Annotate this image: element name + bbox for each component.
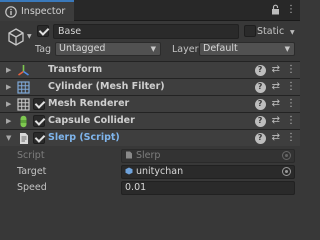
target-field[interactable]: unitychan	[121, 165, 295, 179]
component-tools: ? ⇄ ⋮	[254, 63, 296, 77]
component-enabled-checkbox[interactable]	[33, 98, 45, 110]
component-name: Mesh Renderer	[48, 98, 130, 109]
tag-label: Tag	[35, 44, 52, 55]
component-enabled-checkbox[interactable]	[33, 132, 45, 144]
transform-icon	[18, 65, 29, 76]
object-picker-icon[interactable]	[282, 167, 291, 176]
kebab-menu-icon[interactable]: ⋮	[286, 97, 296, 111]
mesh-filter-icon	[17, 81, 30, 94]
component-transform[interactable]: ▶ Transform ? ⇄ ⋮	[0, 61, 300, 78]
gameobject-icon	[125, 167, 133, 175]
component-tools: ? ⇄ ⋮	[254, 80, 296, 94]
target-field-label: Target	[17, 166, 47, 177]
chevron-down-icon: ▼	[150, 45, 156, 53]
component-name: Cylinder (Mesh Filter)	[48, 81, 165, 92]
component-mesh-filter[interactable]: ▶ Cylinder (Mesh Filter) ? ⇄ ⋮	[0, 78, 300, 95]
capsule-collider-icon	[20, 115, 27, 128]
script-file-icon	[126, 151, 132, 159]
target-field-value: unitychan	[136, 166, 184, 177]
component-name: Slerp (Script)	[48, 132, 120, 143]
script-field-label: Script	[17, 150, 45, 161]
static-checkbox[interactable]	[244, 25, 256, 37]
preset-icon[interactable]: ⇄	[272, 63, 280, 77]
preset-icon[interactable]: ⇄	[272, 80, 280, 94]
component-tools: ? ⇄ ⋮	[254, 97, 296, 111]
component-name: Transform	[48, 64, 103, 75]
chevron-down-icon[interactable]: ▼	[27, 33, 32, 40]
kebab-menu-icon[interactable]: ⋮	[286, 80, 296, 94]
kebab-menu-icon[interactable]: ⋮	[286, 131, 296, 145]
tag-value: Untagged	[59, 43, 106, 54]
speed-field-label: Speed	[17, 182, 47, 193]
lock-icon[interactable]	[271, 4, 280, 15]
kebab-menu-icon[interactable]: ⋮	[286, 4, 296, 15]
help-icon[interactable]: ?	[254, 81, 266, 93]
foldout-arrow-icon[interactable]: ▶	[6, 115, 11, 127]
tab-title: Inspector	[21, 6, 66, 17]
kebab-menu-icon[interactable]: ⋮	[286, 114, 296, 128]
object-picker-icon	[282, 151, 291, 160]
component-mesh-renderer[interactable]: ▶ Mesh Renderer ? ⇄ ⋮	[0, 95, 300, 112]
script-icon	[20, 133, 28, 144]
tab-bar: Inspector ⋮	[0, 0, 300, 21]
help-icon[interactable]: ?	[254, 98, 266, 110]
object-name-input[interactable]: Base	[53, 24, 239, 39]
kebab-menu-icon[interactable]: ⋮	[286, 63, 296, 77]
component-name: Capsule Collider	[48, 115, 135, 126]
preset-icon[interactable]: ⇄	[272, 131, 280, 145]
component-slerp-script[interactable]: ▼ Slerp (Script) ? ⇄ ⋮	[0, 129, 300, 146]
script-field-value: Slerp	[136, 150, 161, 161]
preset-icon[interactable]: ⇄	[272, 97, 280, 111]
static-dropdown-icon[interactable]: ▼	[290, 29, 295, 36]
help-icon[interactable]: ?	[254, 132, 266, 144]
component-tools: ? ⇄ ⋮	[254, 114, 296, 128]
static-label: Static	[257, 26, 285, 37]
tag-dropdown[interactable]: Untagged ▼	[55, 42, 161, 56]
component-tools: ? ⇄ ⋮	[254, 131, 296, 145]
foldout-arrow-icon[interactable]: ▶	[6, 81, 11, 93]
cube-icon[interactable]	[7, 27, 25, 47]
gameobject-header: ▼ Base Static ▼ Tag Untagged ▼ Layer Def…	[0, 21, 300, 59]
foldout-arrow-icon[interactable]: ▶	[6, 98, 11, 110]
foldout-arrow-expanded-icon[interactable]: ▼	[6, 132, 11, 144]
chevron-down-icon: ▼	[284, 45, 290, 53]
tab-tools: ⋮	[271, 4, 296, 15]
preset-icon[interactable]: ⇄	[272, 114, 280, 128]
component-enabled-checkbox[interactable]	[33, 115, 45, 127]
active-checkbox[interactable]	[37, 25, 49, 37]
info-icon	[5, 5, 17, 18]
help-icon[interactable]: ?	[254, 115, 266, 127]
speed-input[interactable]: 0.01	[121, 181, 295, 195]
help-icon[interactable]: ?	[254, 64, 266, 76]
script-field: Slerp	[121, 149, 295, 163]
layer-value: Default	[203, 43, 238, 54]
layer-label: Layer	[172, 44, 199, 55]
tab-inspector[interactable]: Inspector	[0, 0, 74, 21]
foldout-arrow-icon[interactable]: ▶	[6, 64, 11, 76]
layer-dropdown[interactable]: Default ▼	[199, 42, 295, 56]
component-capsule-collider[interactable]: ▶ Capsule Collider ? ⇄ ⋮	[0, 112, 300, 129]
mesh-renderer-icon	[17, 98, 30, 111]
